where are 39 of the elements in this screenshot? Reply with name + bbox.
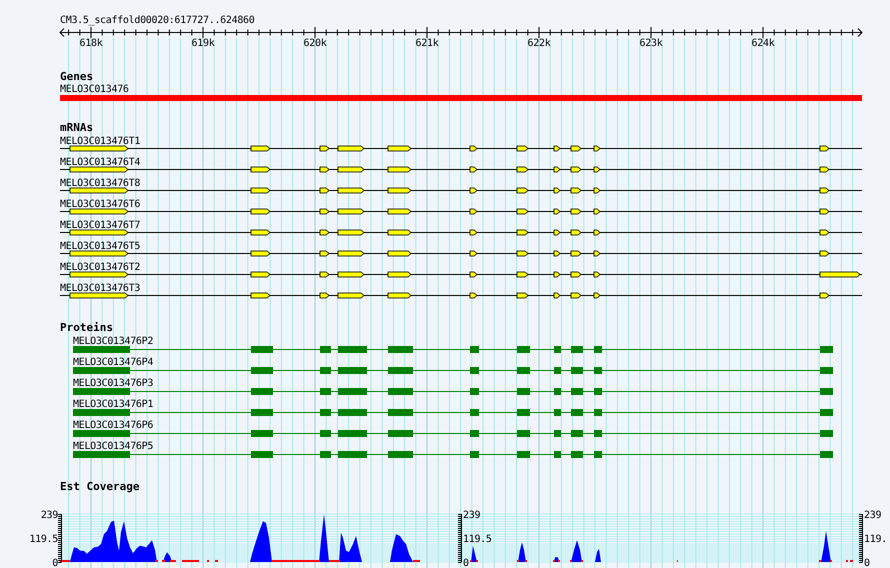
tick-label: 623k: [640, 38, 662, 49]
tick-label: 618k: [80, 38, 102, 49]
y-axis: [58, 514, 62, 563]
mrna-name: MELO3C013476T7: [60, 220, 140, 231]
axis-label: 119.: [864, 534, 887, 545]
protein-name: MELO3C013476P5: [73, 441, 154, 452]
tick-label: 624k: [752, 38, 774, 49]
mrna-name: MELO3C013476T3: [60, 283, 140, 294]
axis-label: 0: [52, 558, 58, 568]
mrna-name: MELO3C013476T5: [60, 241, 140, 252]
track-title: Genes: [60, 70, 94, 83]
mrna-name: MELO3C013476T6: [60, 199, 140, 210]
y-axis: [858, 514, 863, 563]
mrna-name: MELO3C013476T1: [60, 136, 140, 147]
protein-name: MELO3C013476P2: [73, 336, 154, 347]
track-title: mRNAs: [60, 121, 94, 134]
mrna-name: MELO3C013476T8: [60, 178, 140, 189]
protein-name: MELO3C013476P1: [73, 399, 154, 410]
axis-label: 239: [463, 510, 480, 521]
track-title: Est Coverage: [60, 480, 140, 493]
mrna-name: MELO3C013476T4: [60, 157, 140, 168]
ruler-label: CM3.5_scaffold00020:617727..624860: [60, 15, 254, 26]
tick-label: 620k: [304, 38, 326, 49]
track-title: Proteins: [60, 321, 113, 334]
tick-label: 621k: [416, 38, 438, 49]
tick-label: 619k: [192, 38, 214, 49]
axis-label: 0: [463, 558, 469, 568]
axis-label: 239: [40, 510, 58, 521]
protein-name: MELO3C013476P6: [73, 420, 154, 431]
gene-name: MELO3C013476: [60, 84, 129, 95]
axis-label: 0: [864, 558, 870, 568]
tick-label: 622k: [528, 38, 550, 49]
protein-name: MELO3C013476P3: [73, 378, 154, 389]
y-axis: [458, 514, 462, 563]
protein-name: MELO3C013476P4: [73, 357, 154, 368]
axis-label: 119.5: [29, 534, 58, 545]
axis-label: 119.5: [463, 534, 492, 545]
axis-label: 239: [864, 510, 882, 521]
mrna-name: MELO3C013476T2: [60, 262, 140, 273]
